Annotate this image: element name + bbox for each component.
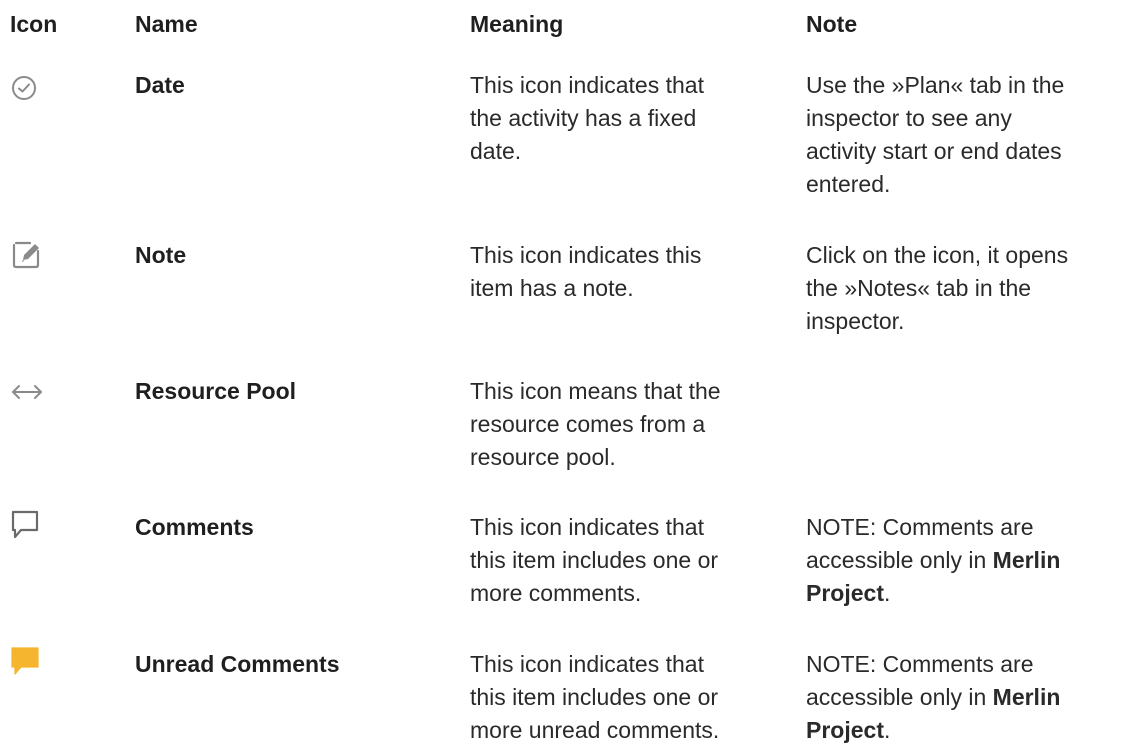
note-line: NOTE: Comments are (806, 514, 1034, 540)
unread-comment-bubble-icon[interactable] (10, 646, 40, 676)
row-name: Note (135, 242, 187, 268)
meaning-line: This icon means that the (470, 378, 721, 404)
row-note: Use the »Plan« tab in the inspector to s… (806, 69, 1126, 201)
row-name: Resource Pool (135, 378, 297, 404)
meaning-line: This icon indicates that (470, 651, 704, 677)
row-meaning: This icon indicates that this item inclu… (470, 648, 790, 747)
header-meaning: Meaning (470, 11, 564, 37)
meaning-line: This icon indicates this (470, 242, 702, 268)
header-name: Name (135, 11, 198, 37)
meaning-line: this item includes one or (470, 547, 719, 573)
note-line: Project. (806, 714, 1126, 747)
product-name-bold: Merlin (992, 547, 1061, 573)
note-text: accessible only in (806, 547, 987, 573)
comment-bubble-icon[interactable] (10, 509, 40, 539)
meaning-line: date. (470, 138, 522, 164)
note-line: activity start or end dates (806, 138, 1062, 164)
row-note: NOTE: Comments are accessible only in Me… (806, 511, 1126, 610)
meaning-line: this item includes one or (470, 684, 719, 710)
row-note: Click on the icon, it opens the »Notes« … (806, 239, 1126, 338)
meaning-line: resource comes from a (470, 411, 706, 437)
meaning-line: item has a note. (470, 275, 634, 301)
note-line: accessible only in Merlin (806, 681, 1126, 714)
clock-check-icon (10, 74, 40, 104)
note-line: inspector to see any (806, 105, 1012, 131)
row-meaning: This icon indicates that the activity ha… (470, 69, 790, 168)
meaning-line: more unread comments. (470, 717, 720, 743)
note-line: Project. (806, 577, 1126, 610)
note-line: entered. (806, 171, 891, 197)
note-line: Click on the icon, it opens (806, 242, 1069, 268)
note-line: the »Notes« tab in the (806, 275, 1032, 301)
row-meaning: This icon indicates this item has a note… (470, 239, 790, 305)
product-name-bold: Merlin (992, 684, 1061, 710)
note-text: accessible only in (806, 684, 987, 710)
note-line: NOTE: Comments are (806, 651, 1034, 677)
note-line: accessible only in Merlin (806, 544, 1126, 577)
meaning-line: resource pool. (470, 444, 616, 470)
row-name: Unread Comments (135, 651, 340, 677)
icon-legend-table: Icon Name Meaning Note Date This icon in… (0, 0, 1136, 754)
row-note: NOTE: Comments are accessible only in Me… (806, 648, 1126, 747)
double-arrow-icon (10, 379, 44, 409)
meaning-line: more comments. (470, 580, 642, 606)
meaning-line: This icon indicates that (470, 514, 704, 540)
product-name-bold: Project (806, 580, 884, 606)
note-text: . (883, 717, 891, 743)
row-name: Comments (135, 514, 254, 540)
note-line: Use the »Plan« tab in the (806, 72, 1065, 98)
note-text: . (883, 580, 891, 606)
note-line: inspector. (806, 308, 905, 334)
meaning-line: the activity has a fixed (470, 105, 697, 131)
product-name-bold: Project (806, 717, 884, 743)
pencil-note-icon[interactable] (10, 239, 40, 269)
meaning-line: This icon indicates that (470, 72, 704, 98)
row-name: Date (135, 72, 185, 98)
row-meaning: This icon indicates that this item inclu… (470, 511, 790, 610)
header-icon: Icon (10, 11, 58, 37)
header-note: Note (806, 11, 858, 37)
row-meaning: This icon means that the resource comes … (470, 375, 790, 474)
